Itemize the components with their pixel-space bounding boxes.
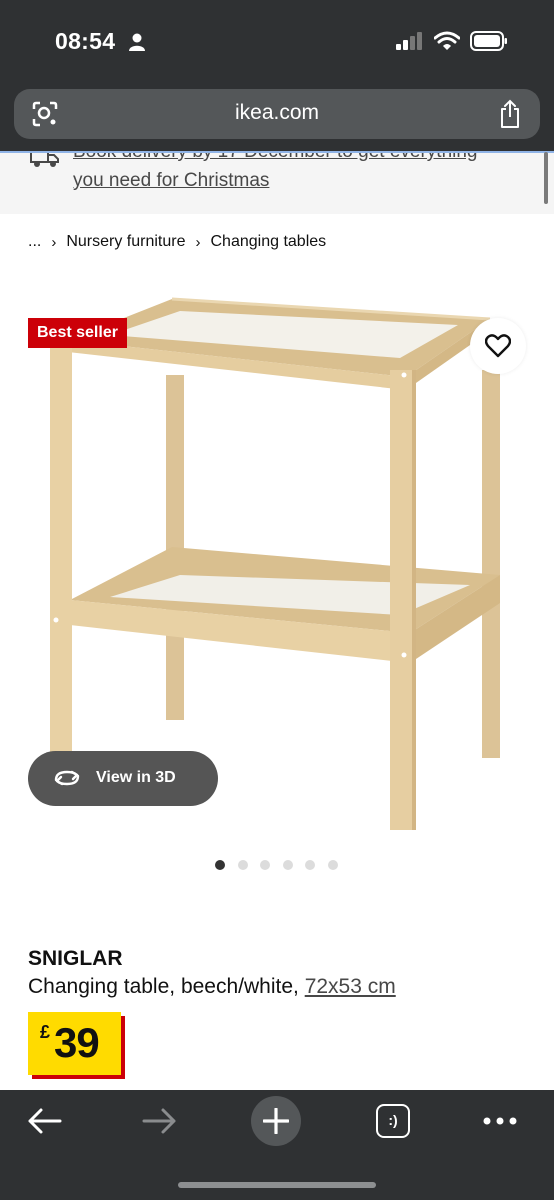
battery-icon [470, 31, 507, 51]
browser-toolbar: :) [0, 1090, 554, 1200]
new-tab-button[interactable] [251, 1096, 301, 1146]
breadcrumb: ... › Nursery furniture › Changing table… [28, 233, 326, 251]
carousel-dot[interactable] [305, 860, 315, 870]
delivery-banner[interactable]: Book delivery by 17 December to get ever… [0, 153, 554, 214]
breadcrumb-separator: › [51, 233, 57, 251]
heart-icon [485, 334, 511, 358]
banner-text-line1[interactable]: Book delivery by 17 December to get ever… [73, 153, 478, 163]
carousel-dot[interactable] [215, 860, 225, 870]
carousel-dot[interactable] [282, 860, 293, 870]
carousel-dots [215, 860, 350, 870]
browser-chrome: 08:54 ikea.com [0, 0, 554, 152]
url-text[interactable]: ikea.com [14, 101, 540, 125]
breadcrumb-item-changing-tables[interactable]: Changing tables [211, 233, 327, 251]
price-value: 39 [54, 1019, 100, 1066]
breadcrumb-item-nursery[interactable]: Nursery furniture [66, 233, 185, 251]
scrollbar[interactable] [544, 152, 548, 204]
rotate-3d-icon [54, 770, 80, 786]
view-in-3d-label: View in 3D [96, 769, 176, 786]
url-bar[interactable]: ikea.com [14, 89, 540, 139]
favourite-button[interactable] [470, 318, 526, 374]
product-description: Changing table, beech/white, 72x53 cm [28, 975, 396, 999]
wifi-icon [434, 31, 460, 50]
product-description-text: Changing table, beech/white, [28, 975, 305, 998]
best-seller-badge: Best seller [28, 318, 127, 348]
price-currency: £ [40, 1022, 51, 1042]
product-dimensions-link[interactable]: 72x53 cm [305, 975, 396, 998]
back-arrow-icon[interactable] [26, 1106, 62, 1136]
more-icon[interactable] [482, 1116, 518, 1126]
product-name: SNIGLAR [28, 947, 123, 970]
person-icon [129, 33, 145, 51]
carousel-dot[interactable] [327, 860, 338, 870]
carousel-dot[interactable] [260, 860, 270, 870]
share-icon[interactable] [498, 99, 522, 129]
home-indicator[interactable] [178, 1182, 376, 1188]
banner-text-line2[interactable]: you need for Christmas [73, 170, 269, 192]
breadcrumb-item-more[interactable]: ... [28, 233, 41, 251]
forward-arrow-icon[interactable] [142, 1106, 178, 1136]
carousel-dot[interactable] [237, 860, 248, 870]
tabs-icon[interactable]: :) [376, 1104, 410, 1138]
truck-icon [30, 153, 59, 167]
signal-icon [396, 32, 422, 50]
plus-icon [263, 1108, 289, 1134]
view-in-3d-button[interactable]: View in 3D [28, 751, 218, 806]
price-tag: £ 39 [28, 1012, 121, 1075]
breadcrumb-separator: › [195, 233, 201, 251]
status-time: 08:54 [55, 28, 116, 54]
